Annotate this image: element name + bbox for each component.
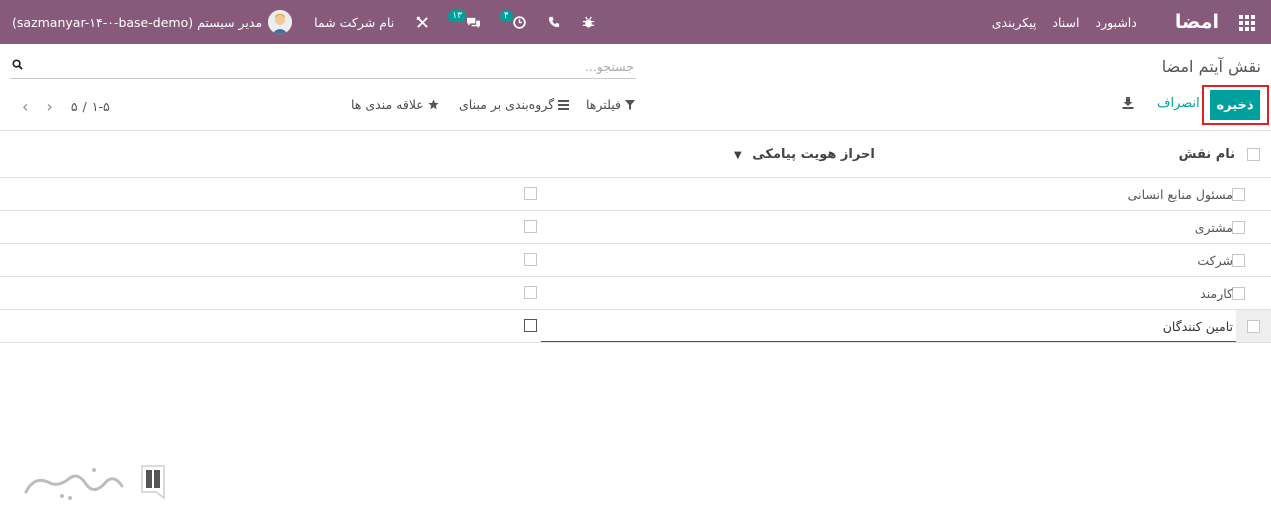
pager-total: ۵ (70, 99, 78, 114)
header-role-name[interactable]: نام نقش (1179, 147, 1235, 162)
role-name-cell[interactable]: تامین کنندگان (1163, 319, 1233, 334)
star-icon (428, 99, 439, 110)
row-select-checkbox[interactable] (1232, 188, 1245, 201)
table-row[interactable]: شرکت (0, 244, 1271, 277)
table-row[interactable]: مسئول منابع انسانی (0, 178, 1271, 211)
nav-systray: ۴ ۱۳ نام شرکت شما مدیر سیستم (sazmanyar-… (12, 0, 595, 44)
sms-auth-checkbox[interactable] (524, 319, 537, 332)
table-row[interactable]: مشتری (0, 211, 1271, 244)
search-input[interactable] (56, 54, 636, 78)
tools-toggle[interactable] (416, 16, 429, 29)
favorites-button[interactable]: علاقه مندی ها (351, 97, 439, 112)
activity-menu[interactable]: ۴ (499, 10, 526, 29)
menu-dashboard[interactable]: داشبورد (1096, 15, 1137, 30)
sms-auth-checkbox[interactable] (524, 286, 537, 299)
pager: ‹ › ۵ / ۱-۵ (22, 97, 110, 116)
tools-icon (416, 16, 429, 29)
user-name: مدیر سیستم (sazmanyar-۱۴-۰-base-demo) (12, 14, 263, 30)
apps-icon[interactable] (1233, 15, 1255, 31)
filter-icon (624, 99, 635, 110)
pager-value[interactable]: ۱-۵ (92, 99, 110, 114)
list-table: نام نقش احراز هویت پیامکی ▼ مسئول منابع … (0, 130, 1271, 343)
search-bar (10, 54, 636, 79)
avatar (268, 10, 293, 34)
role-name-cell[interactable]: مسئول منابع انسانی (1128, 187, 1233, 202)
bug-icon (582, 16, 595, 29)
clock-icon (513, 15, 526, 29)
select-all-checkbox[interactable] (1247, 148, 1260, 161)
row-select-checkbox[interactable] (1232, 287, 1245, 300)
page-title: نقش آیتم امضا (1161, 57, 1261, 76)
activity-count-badge: ۴ (499, 10, 513, 22)
sms-auth-checkbox[interactable] (524, 187, 537, 200)
row-select-checkbox[interactable] (1232, 221, 1245, 234)
phone-icon (548, 16, 560, 28)
favorites-label: علاقه مندی ها (351, 97, 424, 112)
sms-auth-checkbox[interactable] (524, 253, 537, 266)
download-icon[interactable] (1122, 97, 1134, 113)
pager-separator: / (82, 99, 87, 114)
app-brand[interactable]: امضا (1175, 11, 1219, 33)
save-button[interactable]: ذخیره (1210, 90, 1260, 120)
row-select-checkbox[interactable] (1247, 320, 1260, 333)
header-sms-auth-label: احراز هویت پیامکی (752, 147, 875, 162)
debug-toggle[interactable] (582, 16, 595, 29)
header-sms-auth[interactable]: احراز هویت پیامکی ▼ (734, 147, 875, 162)
caret-down-icon: ▼ (734, 150, 742, 161)
role-name-cell[interactable]: شرکت (1197, 253, 1233, 268)
watermark-logo (22, 462, 170, 506)
filters-label: فیلترها (586, 97, 621, 112)
discard-button[interactable]: انصراف (1157, 96, 1200, 111)
search-icon[interactable] (12, 59, 23, 74)
groupby-label: گروه‌بندی بر مبنای (459, 97, 555, 112)
role-name-cell[interactable]: مشتری (1195, 220, 1233, 235)
role-name-input[interactable] (541, 310, 1236, 342)
voip-toggle[interactable] (548, 16, 560, 28)
table-row-editing[interactable]: تامین کنندگان (0, 310, 1271, 343)
role-name-cell[interactable]: کارمند (1200, 286, 1233, 301)
table-row[interactable]: کارمند (0, 277, 1271, 310)
menu-documents[interactable]: اسناد (1052, 15, 1079, 30)
sms-auth-checkbox[interactable] (524, 220, 537, 233)
top-navbar: امضا داشبورد اسناد پیکربندی ۴ ۱۳ نام شرک… (0, 0, 1271, 44)
user-menu[interactable]: مدیر سیستم (sazmanyar-۱۴-۰-base-demo) (12, 10, 293, 34)
nav-main: امضا داشبورد اسناد پیکربندی (976, 0, 1271, 44)
filters-button[interactable]: فیلترها (586, 97, 635, 112)
menu-configuration[interactable]: پیکربندی (992, 15, 1037, 30)
row-select-checkbox[interactable] (1232, 254, 1245, 267)
company-switcher[interactable]: نام شرکت شما (314, 15, 394, 30)
list-icon (558, 99, 570, 110)
table-header: نام نقش احراز هویت پیامکی ▼ (0, 130, 1271, 178)
message-count-badge: ۱۳ (448, 10, 466, 22)
messaging-menu[interactable]: ۱۳ (448, 10, 481, 29)
chat-icon (466, 16, 481, 29)
chevron-left-icon[interactable]: ‹ (22, 97, 28, 116)
chevron-right-icon[interactable]: › (46, 97, 52, 116)
groupby-button[interactable]: گروه‌بندی بر مبنای (459, 97, 570, 112)
